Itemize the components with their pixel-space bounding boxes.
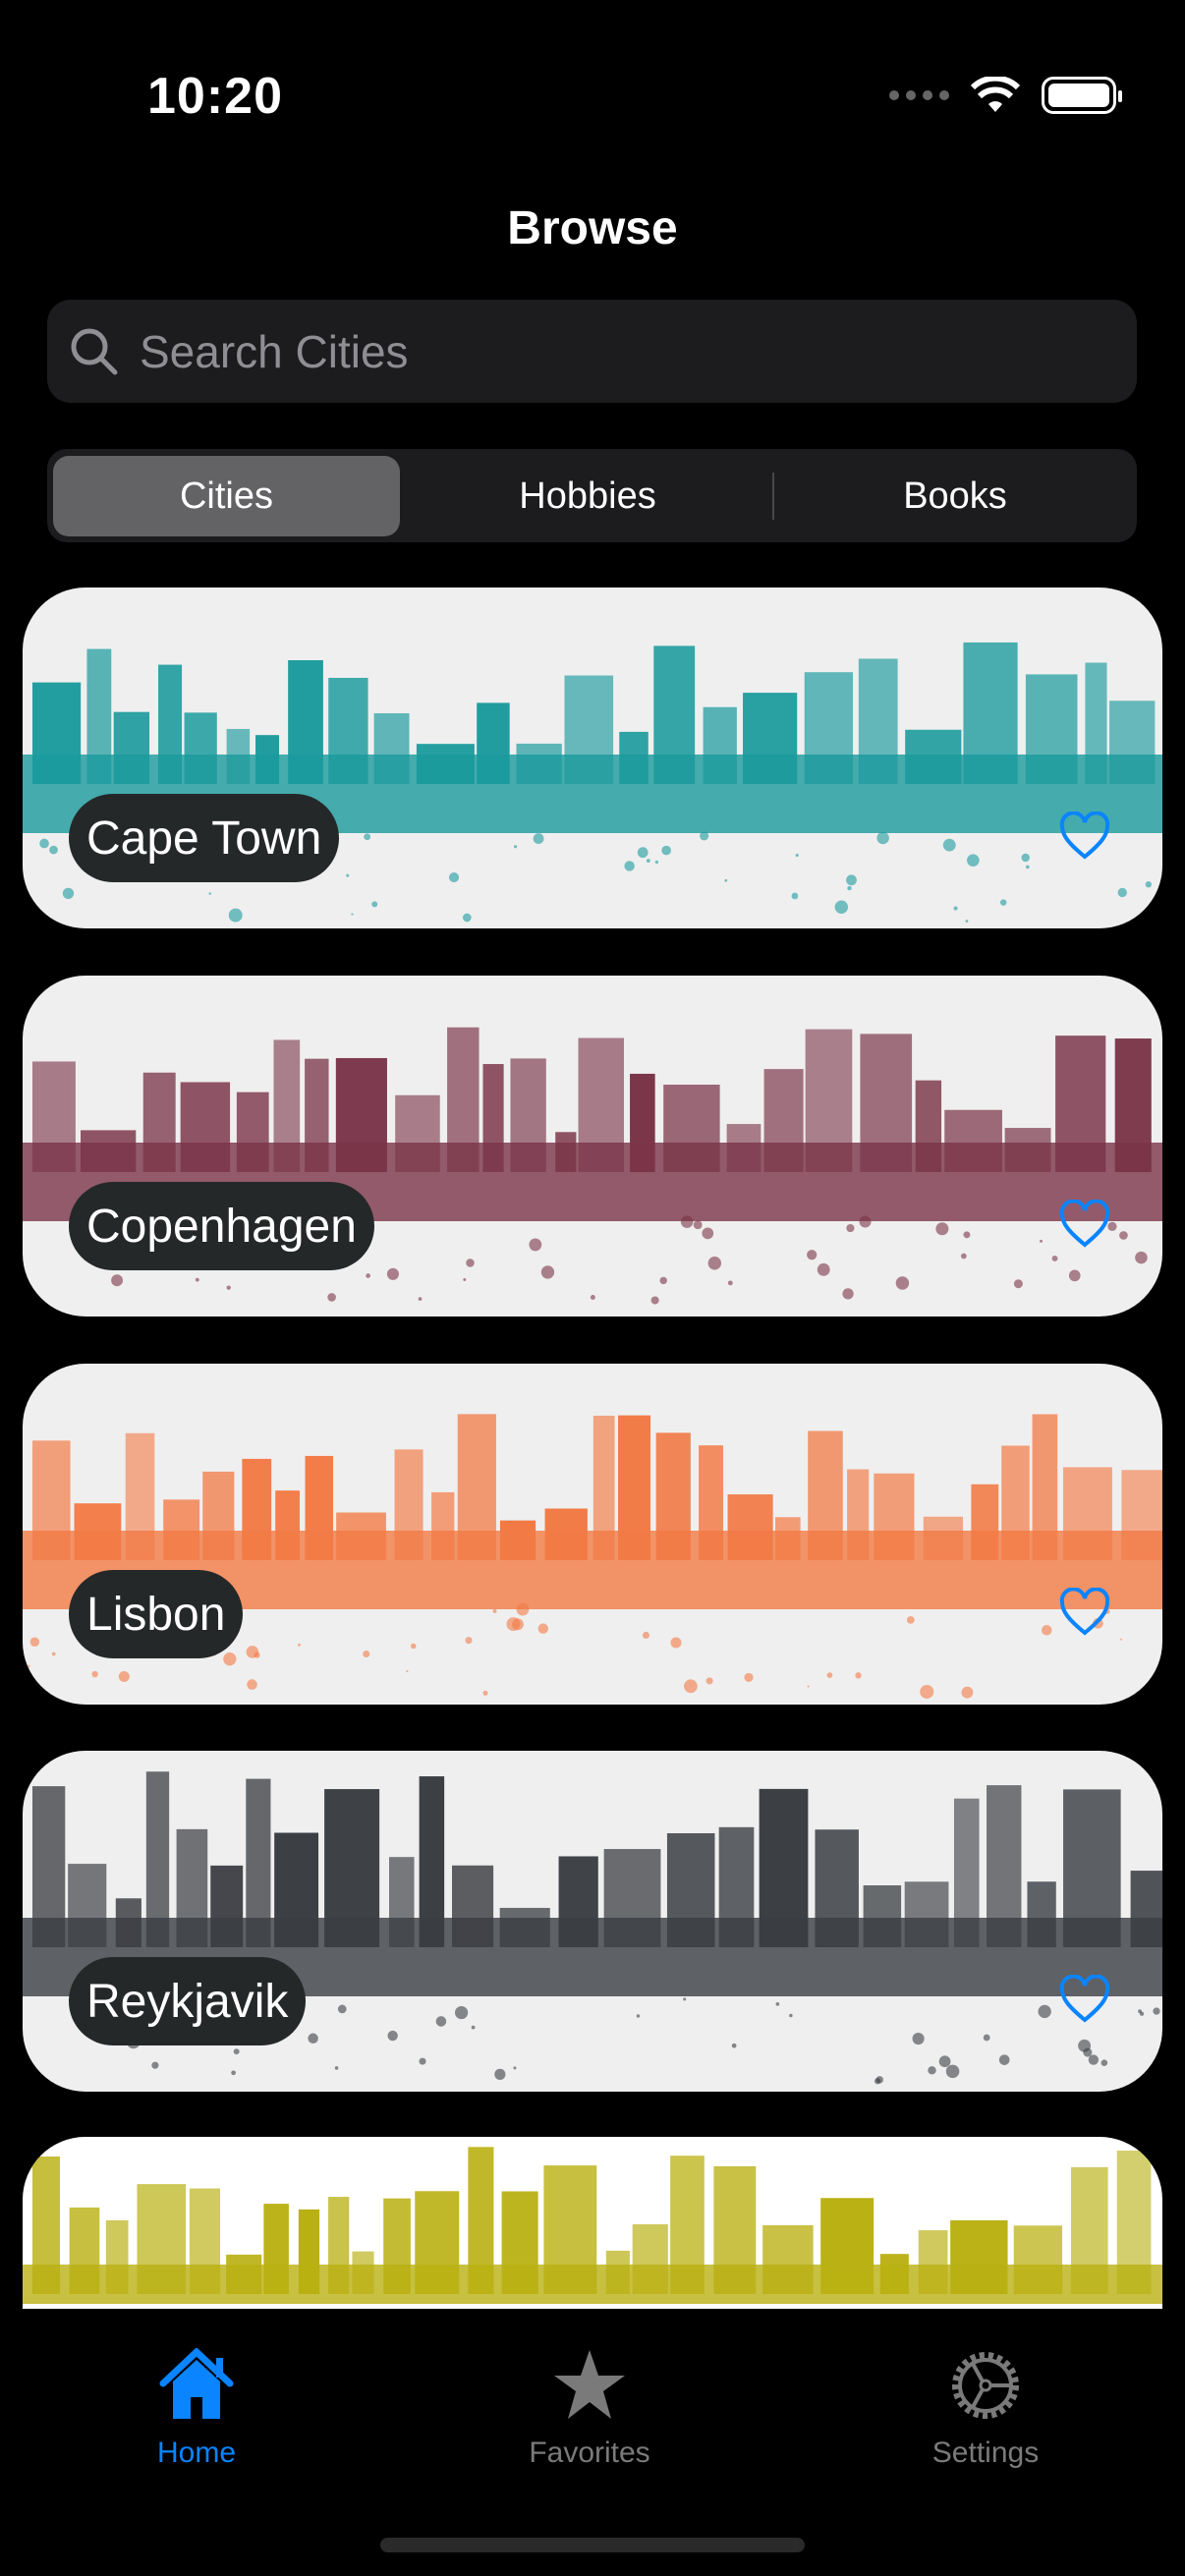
city-name-label: Lisbon: [69, 1570, 244, 1658]
city-name-label: Copenhagen: [69, 1182, 374, 1270]
cellular-icon: [889, 90, 949, 100]
home-indicator: [380, 2538, 805, 2552]
city-name-label: Cape Town: [69, 794, 340, 882]
tab-home-label: Home: [156, 2436, 237, 2469]
battery-icon: [1042, 77, 1122, 114]
house-icon: [159, 2348, 234, 2419]
tab-settings-label: Settings: [931, 2436, 1040, 2469]
status-icons: [889, 77, 1122, 114]
search-icon: [71, 328, 118, 374]
category-segmented-control: Cities Hobbies Books: [47, 449, 1137, 542]
favorite-heart-icon[interactable]: [1058, 1587, 1111, 1642]
status-time: 10:20: [147, 68, 283, 125]
star-icon: [554, 2350, 625, 2419]
search-placeholder: Search Cities: [140, 325, 409, 377]
tab-favorites-label: Favorites: [529, 2436, 650, 2469]
tab-books[interactable]: Books: [779, 456, 1131, 536]
tab-bar: Home Favorites Settings: [0, 2309, 1185, 2576]
tab-hobbies[interactable]: Hobbies: [409, 456, 766, 536]
city-card[interactable]: Lisbon: [23, 1364, 1162, 1705]
tab-settings[interactable]: Settings: [887, 2348, 1084, 2470]
city-card[interactable]: Copenhagen: [23, 976, 1162, 1316]
wifi-icon: [971, 77, 1020, 112]
gear-icon: [952, 2352, 1019, 2419]
favorite-heart-icon[interactable]: [1058, 1974, 1111, 2029]
city-card[interactable]: [23, 2137, 1162, 2309]
tab-favorites[interactable]: Favorites: [491, 2348, 688, 2470]
segment-divider: [772, 473, 774, 520]
search-input[interactable]: Search Cities: [47, 300, 1137, 403]
tab-home[interactable]: Home: [98, 2348, 295, 2470]
city-name-label: Reykjavik: [69, 1957, 307, 2045]
city-card[interactable]: Reykjavik: [23, 1751, 1162, 2092]
favorite-heart-icon[interactable]: [1058, 1199, 1111, 1254]
tab-cities[interactable]: Cities: [53, 456, 400, 536]
skyline-illustration: [23, 2147, 1162, 2304]
city-card[interactable]: Cape Town: [23, 588, 1162, 928]
favorite-heart-icon[interactable]: [1058, 811, 1111, 866]
page-title: Browse: [507, 202, 678, 254]
